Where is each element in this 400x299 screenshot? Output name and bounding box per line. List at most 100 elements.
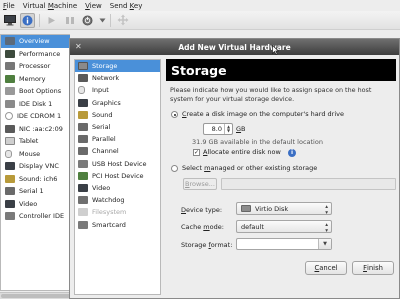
allocate-label[interactable]: Allocate entire disk now	[203, 148, 281, 156]
disk-size-spinner[interactable]: 8.0 ▲ ▼	[203, 123, 233, 135]
menu-file[interactable]: File	[3, 2, 15, 10]
vm-item-overview[interactable]: Overview	[1, 35, 70, 48]
hw-item-channel[interactable]: Channel	[75, 145, 160, 157]
hw-item-label: USB Host Device	[92, 159, 147, 168]
vm-item-label: Sound: ich6	[19, 174, 58, 183]
combo-arrows-icon: ▴ ▾	[325, 204, 328, 216]
pci-icon	[78, 171, 88, 180]
finish-button[interactable]: Finish	[352, 261, 394, 275]
vm-item-performance[interactable]: Performance	[1, 48, 70, 61]
storage-format-label: Storage format:	[181, 241, 233, 249]
storage-path-field[interactable]	[221, 178, 396, 190]
menubar: File Virtual Machine View Send Key	[0, 0, 400, 11]
power-icon[interactable]	[80, 13, 95, 28]
hw-item-serial[interactable]: Serial	[75, 121, 160, 133]
move-icon[interactable]	[115, 13, 130, 28]
network-icon	[78, 74, 88, 83]
vm-item-ide-disk[interactable]: IDE Disk 1	[1, 98, 70, 111]
cancel-button[interactable]: Cancel	[305, 261, 347, 275]
vm-item-label: Video	[19, 199, 38, 208]
vm-item-boot-options[interactable]: Boot Options	[1, 85, 70, 98]
hw-item-input[interactable]: Input	[75, 84, 160, 96]
hw-item-label: Graphics	[92, 98, 121, 107]
close-icon[interactable]: ✕	[75, 42, 82, 51]
dialog-titlebar[interactable]: ✕ Add New Virtual Hardware	[70, 39, 399, 55]
disk-icon	[5, 99, 15, 108]
vm-item-nic[interactable]: NIC :aa:c2:09	[1, 123, 70, 136]
page-header: Storage	[166, 59, 396, 81]
cdrom-icon	[5, 112, 13, 121]
memory-icon	[5, 74, 15, 83]
hw-item-label: Parallel	[92, 135, 116, 144]
cache-mode-value: default	[241, 222, 264, 231]
hw-item-label: PCI Host Device	[92, 171, 144, 180]
smartcard-icon	[78, 220, 88, 229]
cache-mode-label: Cache mode:	[181, 223, 224, 231]
storage-icon	[78, 62, 88, 71]
vm-item-label: Performance	[19, 49, 61, 58]
hw-item-label: Storage	[92, 62, 118, 71]
browse-button[interactable]: Browse...	[183, 178, 217, 190]
disk-icon	[241, 205, 251, 212]
spinner-arrows-icon[interactable]: ▲ ▼	[224, 124, 232, 134]
hw-item-smartcard[interactable]: Smartcard	[75, 218, 160, 230]
create-disk-label[interactable]: Create a disk image on the computer's ha…	[182, 110, 344, 118]
toolbar-separator	[39, 13, 40, 27]
storage-format-combo[interactable]: ▼	[236, 238, 332, 250]
add-hardware-dialog: ✕ Add New Virtual Hardware Storage Netwo…	[69, 38, 400, 299]
vm-item-label: IDE CDROM 1	[17, 112, 62, 121]
toolbar-separator	[110, 13, 111, 27]
select-existing-radio[interactable]	[171, 165, 178, 172]
vm-item-video[interactable]: Video	[1, 198, 70, 211]
vm-item-controller-ide[interactable]: Controller IDE	[1, 210, 70, 223]
vm-item-label: Tablet	[19, 137, 39, 146]
vm-item-display-vnc[interactable]: Display VNC	[1, 160, 70, 173]
pause-icon[interactable]	[62, 13, 77, 28]
monitor-icon[interactable]	[2, 13, 17, 28]
hardware-type-list[interactable]: Storage Network Input Graphics Sound Ser…	[74, 59, 161, 295]
menu-virtual-machine[interactable]: Virtual Machine	[23, 2, 77, 10]
hw-item-label: Filesystem	[92, 208, 127, 217]
menu-send-key[interactable]: Send Key	[110, 2, 143, 10]
disk-size-value[interactable]: 8.0	[204, 125, 224, 133]
video-icon	[78, 183, 88, 192]
hw-item-graphics[interactable]: Graphics	[75, 97, 160, 109]
select-existing-label[interactable]: Select managed or other existing storage	[182, 164, 317, 172]
vm-item-sound[interactable]: Sound: ich6	[1, 173, 70, 186]
hw-item-usb-host-device[interactable]: USB Host Device	[75, 158, 160, 170]
vm-item-ide-cdrom[interactable]: IDE CDROM 1	[1, 110, 70, 123]
toolbar	[0, 11, 400, 30]
usb-icon	[78, 159, 88, 168]
processor-icon	[5, 62, 15, 71]
vm-item-mouse[interactable]: Mouse	[1, 148, 70, 161]
vm-item-tablet[interactable]: Tablet	[1, 135, 70, 148]
info-icon: i	[288, 149, 296, 157]
vm-details-list[interactable]: Overview Performance Processor Memory Bo…	[0, 34, 70, 291]
menu-view[interactable]: View	[85, 2, 102, 10]
vm-item-label: NIC :aa:c2:09	[19, 124, 63, 133]
device-type-combo[interactable]: Virtio Disk ▴ ▾	[236, 202, 332, 216]
hw-item-watchdog[interactable]: Watchdog	[75, 194, 160, 206]
page-description: Please indicate how you would like to as…	[170, 86, 372, 103]
device-type-value: Virtio Disk	[255, 204, 289, 213]
hw-item-network[interactable]: Network	[75, 72, 160, 84]
hw-item-pci-host-device[interactable]: PCI Host Device	[75, 170, 160, 182]
cache-mode-combo[interactable]: default ▴ ▾	[236, 220, 332, 234]
info-icon[interactable]	[20, 12, 35, 28]
create-disk-radio[interactable]	[171, 111, 178, 118]
hw-item-parallel[interactable]: Parallel	[75, 133, 160, 145]
hw-item-video[interactable]: Video	[75, 182, 160, 194]
dropdown-icon[interactable]	[98, 13, 106, 28]
vm-item-serial[interactable]: Serial 1	[1, 185, 70, 198]
hw-item-storage[interactable]: Storage	[75, 60, 160, 73]
chevron-down-icon[interactable]: ▼	[318, 239, 331, 249]
run-icon[interactable]	[44, 13, 59, 28]
hw-item-sound[interactable]: Sound	[75, 109, 160, 121]
vm-item-memory[interactable]: Memory	[1, 73, 70, 86]
hw-item-label: Network	[92, 74, 120, 83]
vm-item-processor[interactable]: Processor	[1, 60, 70, 73]
hw-item-label: Sound	[92, 110, 113, 119]
size-unit-label: GB	[236, 125, 246, 133]
hw-item-label: Input	[92, 86, 109, 95]
allocate-checkbox[interactable]: ✓	[193, 149, 200, 156]
